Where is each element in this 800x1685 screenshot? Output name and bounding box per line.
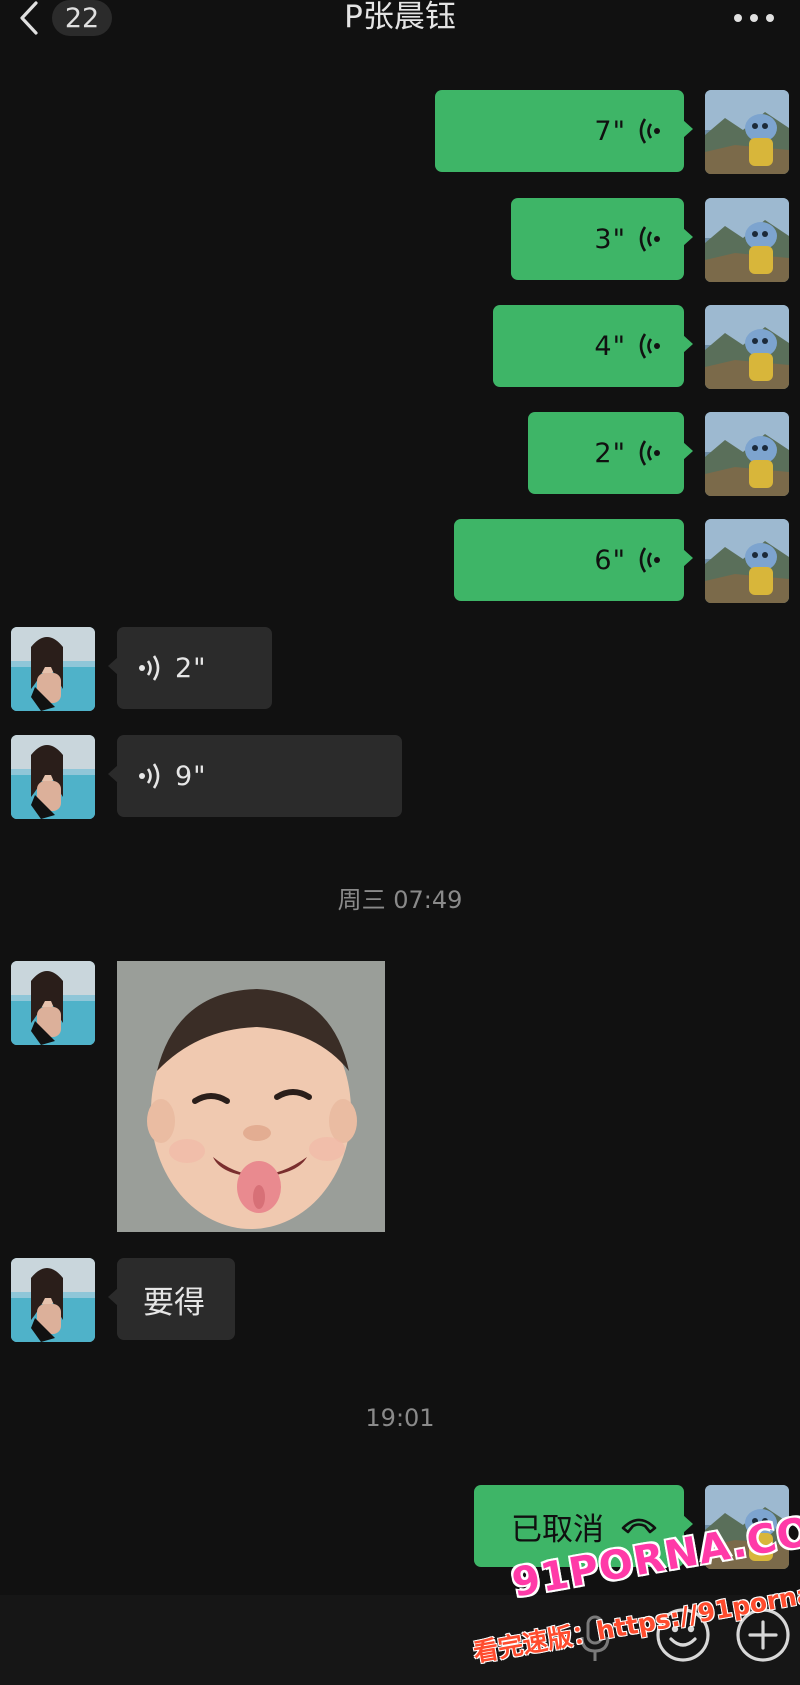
voice-wave-icon: [137, 761, 161, 791]
voice-duration: 2": [594, 437, 626, 469]
my-avatar[interactable]: [705, 90, 789, 174]
contact-avatar[interactable]: [11, 1258, 95, 1342]
voice-wave-icon: [638, 116, 662, 146]
contact-avatar[interactable]: [11, 627, 95, 711]
voice-message-bubble[interactable]: 3": [511, 198, 693, 280]
voice-duration: 4": [594, 330, 626, 362]
my-avatar[interactable]: [705, 198, 789, 282]
voice-wave-icon: [638, 545, 662, 575]
voice-duration: 7": [594, 115, 626, 147]
chat-title: P张晨钰: [344, 0, 456, 35]
voice-message-bubble[interactable]: 2": [528, 412, 693, 494]
voice-duration: 6": [594, 544, 626, 576]
image-message[interactable]: [117, 961, 385, 1232]
voice-wave-icon: [638, 331, 662, 361]
my-avatar[interactable]: [705, 519, 789, 603]
voice-duration: 3": [594, 223, 626, 255]
chat-header: 22 P张晨钰: [0, 0, 800, 40]
call-status-text: 已取消: [511, 1511, 604, 1548]
microphone-icon[interactable]: [578, 1615, 612, 1667]
plus-icon[interactable]: [735, 1607, 791, 1667]
voice-message-bubble[interactable]: 9": [108, 735, 402, 817]
phone-hangup-icon: [620, 1514, 658, 1538]
voice-wave-icon: [638, 438, 662, 468]
contact-avatar[interactable]: [11, 735, 95, 819]
voice-duration: 2": [175, 652, 207, 684]
voice-duration: 9": [175, 760, 207, 792]
contact-avatar[interactable]: [11, 961, 95, 1045]
call-status-bubble[interactable]: 已取消: [474, 1485, 693, 1567]
my-avatar[interactable]: [705, 1485, 789, 1569]
message-text: 要得: [143, 1284, 205, 1321]
timestamp: 19:01: [365, 1404, 435, 1432]
voice-message-bubble[interactable]: 6": [454, 519, 693, 601]
my-avatar[interactable]: [705, 412, 789, 496]
input-bar: [0, 1595, 800, 1685]
voice-message-bubble[interactable]: 2": [108, 627, 272, 709]
emoji-icon[interactable]: [655, 1607, 711, 1667]
more-icon[interactable]: [732, 4, 776, 32]
voice-wave-icon: [638, 224, 662, 254]
my-avatar[interactable]: [705, 305, 789, 389]
voice-message-bubble[interactable]: 4": [493, 305, 693, 387]
timestamp: 周三 07:49: [337, 886, 463, 914]
text-message-bubble[interactable]: 要得: [108, 1258, 235, 1340]
voice-message-bubble[interactable]: 7": [435, 90, 693, 172]
voice-wave-icon: [137, 653, 161, 683]
